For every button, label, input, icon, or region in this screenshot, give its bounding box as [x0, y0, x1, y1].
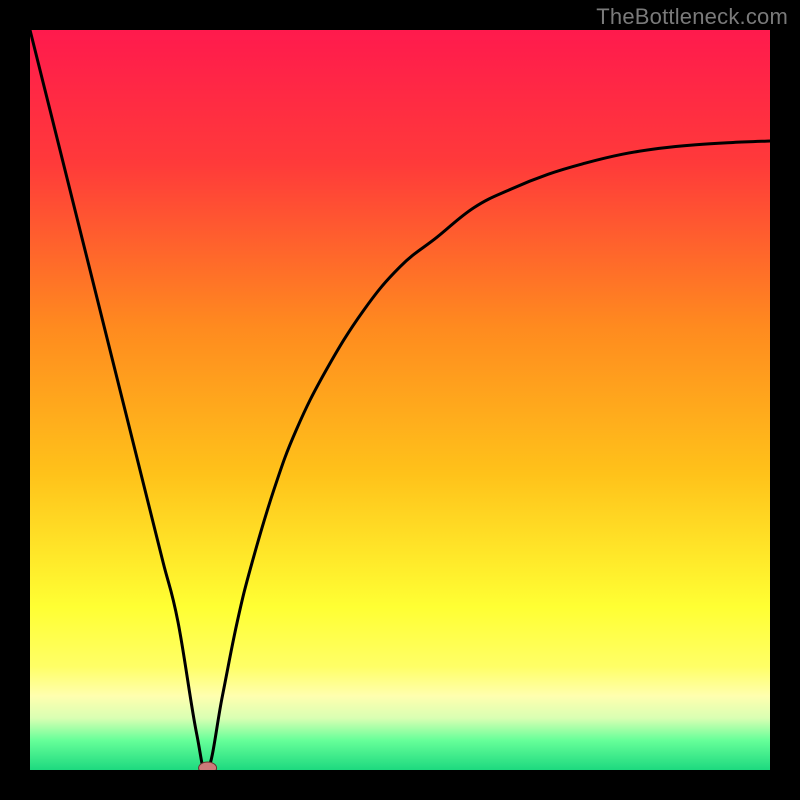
watermark-text: TheBottleneck.com — [596, 4, 788, 30]
plot-area — [30, 30, 770, 770]
chart-frame: { "watermark": "TheBottleneck.com", "col… — [0, 0, 800, 800]
bottleneck-curve-layer — [30, 30, 770, 770]
minimum-marker — [199, 762, 217, 770]
bottleneck-curve — [30, 30, 770, 770]
